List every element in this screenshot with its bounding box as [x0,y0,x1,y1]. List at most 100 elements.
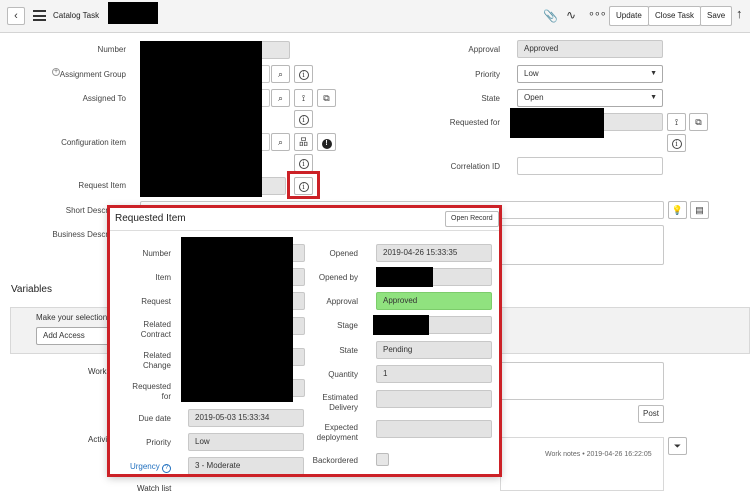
requested-for-link-button[interactable]: ⧉ [689,113,708,131]
popup-urgency-label: Urgency ? [109,462,171,473]
request-item-info-highlight [287,171,320,199]
link-icon: ⧉ [695,117,702,127]
popup-related-change-label: Related Change [142,351,171,370]
assignment-group-info-button[interactable]: i [294,65,313,83]
popup-due-date-field: 2019-05-03 15:33:34 [188,409,304,427]
popup-urgency-field: 3 - Moderate [188,457,304,475]
requested-for-info-button[interactable]: i [667,134,686,152]
paperclip-icon[interactable]: 📎 [543,9,558,23]
requested-item-popup: Requested Item Open Record Number Item R… [108,206,502,476]
popup-quantity-field: 1 [376,365,492,383]
popup-opened-by-label: Opened by [318,273,358,282]
assigned-to-lookup-button[interactable]: ⌕ [271,89,290,107]
popup-item-label: Item [155,273,171,282]
search-icon: ⌕ [277,93,284,103]
popup-title: Requested Item [115,213,186,224]
configuration-item-label: Configuration item [61,138,126,147]
open-record-button[interactable]: Open Record [445,211,499,227]
form-title: Catalog Task [53,11,100,20]
close-task-button[interactable]: Close Task [648,6,701,26]
activity-label: Activi [88,435,108,444]
back-button[interactable]: ‹ [7,7,25,25]
redacted-block [108,2,158,24]
popup-backordered-label: Backordered [312,456,358,465]
popup-related-contract-label: Related Contract [140,320,171,339]
save-button[interactable]: Save [700,6,733,26]
info-icon: i [298,70,309,80]
redacted-block [373,315,429,335]
assigned-to-link-button[interactable]: ⧉ [317,89,336,107]
state-select[interactable]: Open ▼ [517,89,663,107]
popup-request-label: Request [141,297,171,306]
activity-pulse-icon[interactable]: ∿ [566,8,576,22]
short-description-label: Short Descr [65,206,108,215]
short-description-suggest-button[interactable]: 💡 [668,201,687,219]
search-icon: ⌕ [277,137,284,147]
popup-expected-deployment-field [376,420,492,438]
more-options-icon[interactable]: ∘∘∘ [588,7,607,20]
selection-label: Make your selection: [36,313,110,322]
watch-list-label: Watch list [137,484,172,493]
request-item-label: Request Item [78,181,126,190]
popup-estimated-delivery-label: Estimated Delivery [322,393,358,412]
correlation-id-label: Correlation ID [450,162,500,171]
assignment-group-lookup-button[interactable]: ⌕ [271,65,290,83]
popup-priority-label: Priority [146,438,171,447]
popup-backordered-checkbox[interactable] [376,453,389,466]
assigned-to-info-button[interactable]: i [294,110,313,128]
popup-priority-field: Low [188,433,304,451]
number-label: Number [97,45,126,54]
popup-estimated-delivery-field [376,390,492,408]
popup-due-date-label: Due date [138,414,171,423]
redacted-block [140,41,262,197]
popup-number-label: Number [142,249,171,258]
search-icon: ⌕ [277,69,284,79]
work-notes-label: Work [88,367,107,376]
redacted-block [510,108,604,138]
form-header: ‹ Catalog Task 📎 ∿ ∘∘∘ Update Close Task… [0,0,750,33]
popup-approval-field: Approved [376,292,492,310]
popup-requested-for-label: Requested for [132,382,171,401]
popup-stage-label: Stage [337,321,358,330]
state-value: Open [524,93,544,102]
info-icon: i [298,159,309,169]
configuration-item-info-button[interactable]: i [294,154,313,172]
correlation-id-input[interactable] [517,157,663,175]
popup-state-field: Pending [376,341,492,359]
exclamation-icon: ! [321,139,332,149]
activity-stream [500,437,664,491]
popup-divider [109,230,502,231]
popup-urgency-text: Urgency [129,462,160,471]
scroll-top-arrow-icon[interactable]: ↑ [736,6,743,21]
share-nodes-icon: ⟟ [674,117,679,127]
selection-select[interactable]: Add Access [36,327,116,345]
lightbulb-icon: 💡 [671,205,684,215]
configuration-item-lookup-button[interactable]: ⌕ [271,133,290,151]
short-description-template-button[interactable]: ▤ [690,201,709,219]
priority-select[interactable]: Low ▼ [517,65,663,83]
requested-for-relations-button[interactable]: ⟟ [667,113,686,131]
post-button[interactable]: Post [638,405,664,423]
document-icon: ▤ [695,205,704,215]
share-nodes-icon: ⟟ [301,93,306,103]
configuration-item-tree-button[interactable]: 品 [294,133,313,151]
update-button[interactable]: Update [609,6,649,26]
help-icon[interactable]: ? [162,464,171,473]
popup-approval-label: Approval [326,297,358,306]
requested-for-label: Requested for [449,118,500,127]
hamburger-menu-icon[interactable] [33,10,46,21]
popup-expected-deployment-label: Expected deployment [316,423,358,442]
caret-down-icon: ▼ [650,70,657,77]
configuration-item-alert-button[interactable]: ! [317,133,336,151]
approval-field: Approved [517,40,663,58]
redacted-block [376,267,433,287]
priority-label: Priority [475,70,500,79]
assigned-to-relations-button[interactable]: ⟟ [294,89,313,107]
activity-filter-button[interactable]: ⏷ [668,437,687,455]
popup-quantity-label: Quantity [328,370,358,379]
link-icon: ⧉ [323,93,330,103]
approval-label: Approval [468,45,500,54]
info-icon: i [298,115,309,125]
filter-icon: ⏷ [673,441,682,451]
redacted-block [181,237,293,402]
